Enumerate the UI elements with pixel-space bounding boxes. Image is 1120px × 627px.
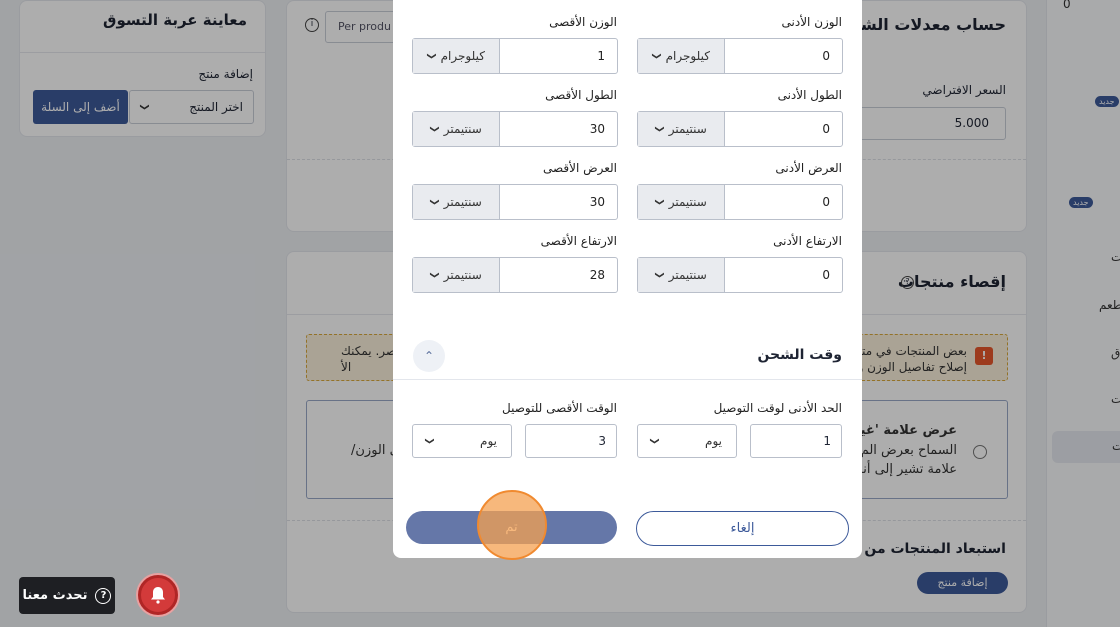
chevron-down-icon: ❯ [428, 125, 439, 133]
max-length-field: ❯ سنتيمتر 30 [412, 111, 618, 147]
max-length-unit-select[interactable]: ❯ سنتيمتر [413, 112, 500, 146]
min-width-unit-select[interactable]: ❯ سنتيمتر [638, 185, 725, 219]
dimensions-modal: الوزن الأدنى الوزن الأقصى ❯ كيلوجرام 0 ❯ ك… [393, 0, 862, 560]
unit-value: يوم [705, 434, 722, 448]
min-delivery-label: الحد الأدنى لوقت التوصيل [713, 401, 842, 415]
question-icon: ? [95, 587, 112, 604]
max-weight-input[interactable]: 1 [500, 39, 617, 73]
max-width-input[interactable]: 30 [500, 185, 617, 219]
min-weight-unit-select[interactable]: ❯ كيلوجرام [638, 39, 725, 73]
min-weight-input[interactable]: 0 [725, 39, 842, 73]
chevron-down-icon: ❯ [653, 271, 664, 279]
notification-button[interactable] [138, 575, 178, 615]
max-weight-label: الوزن الأقصى [549, 15, 617, 29]
max-weight-unit-select[interactable]: ❯ كيلوجرام [413, 39, 500, 73]
bell-icon [151, 587, 165, 604]
chevron-down-icon: ❯ [423, 437, 434, 445]
divider [393, 379, 862, 380]
min-height-input[interactable]: 0 [725, 258, 842, 292]
unit-value: كيلوجرام [665, 49, 710, 63]
max-height-input[interactable]: 28 [500, 258, 617, 292]
min-length-unit-select[interactable]: ❯ سنتيمتر [638, 112, 725, 146]
chat-button[interactable]: تحدث معنا ? [19, 577, 115, 614]
max-height-field: ❯ سنتيمتر 28 [412, 257, 618, 293]
min-weight-label: الوزن الأدنى [781, 15, 842, 29]
chevron-down-icon: ❯ [653, 125, 664, 133]
min-height-field: ❯ سنتيمتر 0 [637, 257, 843, 293]
max-height-unit-select[interactable]: ❯ سنتيمتر [413, 258, 500, 292]
max-length-input[interactable]: 30 [500, 112, 617, 146]
chevron-up-icon: ⌃ [423, 349, 435, 363]
collapse-section-button[interactable]: ⌃ [413, 340, 445, 372]
chevron-down-icon: ❯ [428, 198, 439, 206]
unit-value: سنتيمتر [443, 268, 482, 282]
min-width-input[interactable]: 0 [725, 185, 842, 219]
chevron-down-icon: ❯ [653, 198, 664, 206]
max-delivery-label: الوقت الأقصى للتوصيل [501, 401, 617, 415]
chat-label: تحدث معنا [22, 588, 88, 603]
max-width-label: العرض الأقصى [542, 161, 617, 175]
max-height-label: الارتفاع الأقصى [540, 234, 617, 248]
min-height-unit-select[interactable]: ❯ سنتيمتر [638, 258, 725, 292]
unit-value: سنتيمتر [443, 122, 482, 136]
chevron-down-icon: ❯ [648, 437, 659, 445]
cancel-button[interactable]: إلغاء [636, 511, 849, 546]
chevron-down-icon: ❯ [425, 52, 436, 60]
min-delivery-input[interactable]: 1 [750, 424, 842, 458]
unit-value: سنتيمتر [668, 268, 707, 282]
unit-value: سنتيمتر [668, 195, 707, 209]
min-weight-field: ❯ كيلوجرام 0 [637, 38, 843, 74]
min-delivery-unit-select[interactable]: ❯ يوم [637, 424, 737, 458]
max-width-field: ❯ سنتيمتر 30 [412, 184, 618, 220]
min-length-label: الطول الأدنى [777, 88, 842, 102]
max-delivery-unit-select[interactable]: ❯ يوم [412, 424, 512, 458]
unit-value: يوم [480, 434, 497, 448]
unit-value: كيلوجرام [440, 49, 485, 63]
min-length-input[interactable]: 0 [725, 112, 842, 146]
unit-value: سنتيمتر [443, 195, 482, 209]
max-width-unit-select[interactable]: ❯ سنتيمتر [413, 185, 500, 219]
chevron-down-icon: ❯ [428, 271, 439, 279]
min-length-field: ❯ سنتيمتر 0 [637, 111, 843, 147]
min-width-field: ❯ سنتيمتر 0 [637, 184, 843, 220]
done-button[interactable]: تم [406, 511, 617, 544]
unit-value: سنتيمتر [668, 122, 707, 136]
max-length-label: الطول الأقصى [545, 88, 617, 102]
max-weight-field: ❯ كيلوجرام 1 [412, 38, 618, 74]
min-width-label: العرض الأدنى [775, 161, 842, 175]
shipping-time-title: وقت الشحن [757, 347, 842, 363]
chevron-down-icon: ❯ [650, 52, 661, 60]
max-delivery-input[interactable]: 3 [525, 424, 617, 458]
min-height-label: الارتفاع الأدنى [773, 234, 842, 248]
